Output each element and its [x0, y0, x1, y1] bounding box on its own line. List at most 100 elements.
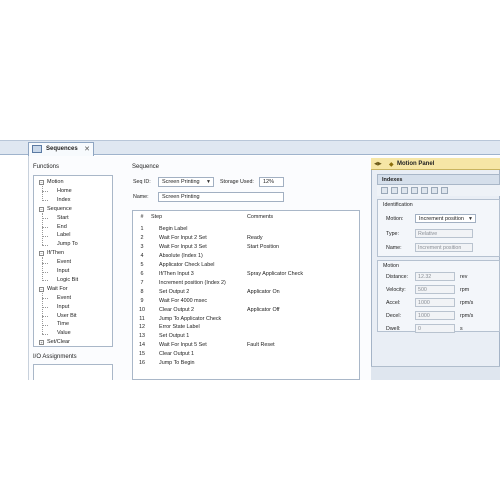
tree-item[interactable]: User Bit: [57, 313, 77, 319]
step-comment: Spray Applicator Check: [247, 270, 304, 277]
table-row[interactable]: 3 Wait For Input 3 Set Start Position: [133, 243, 359, 253]
step-text: Applicator Check Label: [159, 261, 215, 268]
column-number: #: [140, 214, 144, 220]
table-row[interactable]: 4 Absolute (Index 1): [133, 253, 359, 262]
step-text: Wait For Input 3 Set: [159, 243, 207, 250]
indexes-label: Indexes: [382, 177, 403, 183]
previous-icon[interactable]: [411, 187, 418, 194]
chevron-down-icon: ▼: [206, 179, 211, 185]
pin-icon[interactable]: ◀▶: [374, 161, 382, 167]
step-text: If/Then Input 3: [159, 270, 194, 277]
table-row[interactable]: 9 Wait For 4000 msec: [133, 298, 359, 307]
storage-used-label: Storage Used:: [220, 179, 254, 185]
table-row[interactable]: 10 Clear Output 2 Applicator Off: [133, 306, 359, 316]
tree-item[interactable]: Logic Bit: [57, 277, 78, 283]
functions-tree: − Motion Home Index − Sequence Start End Label Ju…: [33, 175, 113, 347]
motion-field-input[interactable]: 1000: [415, 298, 455, 307]
step-number: 6: [140, 270, 144, 277]
new-index-icon[interactable]: [381, 187, 388, 194]
tree-category[interactable]: If/Then: [47, 250, 64, 256]
tree-expander-icon[interactable]: −: [39, 286, 44, 292]
tree-expander-icon[interactable]: −: [39, 206, 44, 212]
step-text: Clear Output 1: [159, 351, 195, 358]
tree-item[interactable]: Jump To: [57, 241, 78, 247]
motion-panel-header: ◀▶ ◆ Motion Panel: [371, 158, 500, 170]
tree-item[interactable]: Label: [57, 232, 70, 238]
motion-panel-footer: [371, 366, 500, 380]
table-row[interactable]: 6 If/Then Input 3 Spray Applicator Check: [133, 270, 359, 280]
motion-field-input[interactable]: 500: [415, 285, 455, 294]
sequence-name-input[interactable]: Screen Printing: [158, 192, 284, 202]
step-comment: Start Position: [247, 243, 280, 250]
tree-expander-icon[interactable]: +: [39, 340, 44, 346]
table-row[interactable]: 16 Jump To Begin: [133, 360, 359, 369]
storage-used-value: 12%: [259, 177, 284, 187]
tree-connector: [42, 292, 43, 335]
motion-select[interactable]: Increment position ▼: [415, 214, 476, 223]
table-row[interactable]: 14 Wait For Input 5 Set Fault Reset: [133, 342, 359, 351]
motion-field-input[interactable]: 12.32: [415, 272, 455, 281]
tree-item[interactable]: Input: [57, 268, 69, 274]
motion-value: Increment position: [419, 216, 464, 222]
tree-category[interactable]: Set/Clear: [47, 339, 70, 345]
seq-id-label: Seq ID:: [133, 179, 151, 185]
table-row[interactable]: 5 Applicator Check Label: [133, 261, 359, 271]
step-number: 1: [140, 226, 144, 232]
seq-id-value: Screen Printing: [162, 179, 200, 185]
first-icon[interactable]: [401, 187, 408, 194]
step-text: Begin Label: [159, 226, 188, 232]
table-row[interactable]: 7 Increment position (Index 2): [133, 279, 359, 289]
indexes-header: Indexes: [377, 174, 500, 185]
table-row[interactable]: 8 Set Output 2 Applicator On: [133, 289, 359, 298]
motion-field-unit: rpm/s: [460, 300, 474, 306]
last-icon[interactable]: [431, 187, 438, 194]
close-icon[interactable]: ✕: [84, 145, 90, 153]
next-icon[interactable]: [421, 187, 428, 194]
tree-category[interactable]: Motion: [47, 179, 64, 185]
motion-field-unit: rev: [460, 274, 468, 280]
table-row[interactable]: 15 Clear Output 1: [133, 351, 359, 360]
step-number: 3: [140, 243, 144, 250]
tree-expander-icon[interactable]: −: [39, 180, 44, 185]
seq-id-select[interactable]: Screen Printing ▼: [158, 177, 214, 187]
table-row[interactable]: 1 Begin Label: [133, 226, 359, 235]
motion-field-input[interactable]: 1000: [415, 311, 455, 320]
tab-sequences[interactable]: Sequences ✕: [28, 142, 94, 156]
tree-category[interactable]: Wait For: [47, 286, 68, 292]
tree-item[interactable]: Input: [57, 304, 69, 310]
table-row[interactable]: 13 Set Output 1: [133, 333, 359, 342]
step-number: 10: [139, 306, 145, 313]
tree-item[interactable]: End: [57, 224, 67, 230]
table-row[interactable]: 11 Jump To Applicator Check: [133, 315, 359, 325]
tree-item[interactable]: Home: [57, 188, 72, 194]
motion-group: [377, 260, 500, 332]
motion-field-label: Decel:: [386, 313, 402, 319]
id-name-label: Name:: [386, 245, 402, 251]
step-text: Jump To Applicator Check: [159, 315, 222, 322]
tree-connector: [42, 212, 43, 246]
motion-field-unit: s: [460, 326, 463, 332]
step-number: 12: [139, 324, 145, 331]
table-row[interactable]: 12 Error State Label: [133, 324, 359, 333]
tree-item[interactable]: Time: [57, 321, 69, 327]
tree-item[interactable]: Event: [57, 295, 71, 301]
delete-index-icon[interactable]: [441, 187, 448, 194]
step-number: 13: [139, 333, 145, 340]
step-text: Error State Label: [159, 324, 200, 331]
tree-item[interactable]: Event: [57, 259, 71, 265]
tab-title: Sequences: [46, 146, 78, 152]
tree-expander-icon[interactable]: −: [39, 251, 44, 257]
motion-group-header: Motion: [383, 263, 399, 269]
motion-field-unit: rpm/s: [460, 313, 474, 319]
tree-category[interactable]: Sequence: [47, 206, 72, 212]
identification-header: Identification: [383, 202, 413, 208]
table-row[interactable]: 2 Wait For Input 2 Set Ready: [133, 235, 359, 244]
tree-item[interactable]: Index: [57, 197, 70, 203]
step-text: Increment position (Index 2): [159, 279, 226, 286]
motion-field-input[interactable]: 0: [415, 324, 455, 333]
motion-field-unit: rpm: [460, 287, 470, 293]
tree-item[interactable]: Start: [57, 215, 69, 221]
type-value: Relative: [415, 229, 473, 238]
copy-index-icon[interactable]: [391, 187, 398, 194]
tree-item[interactable]: Value: [57, 330, 71, 336]
